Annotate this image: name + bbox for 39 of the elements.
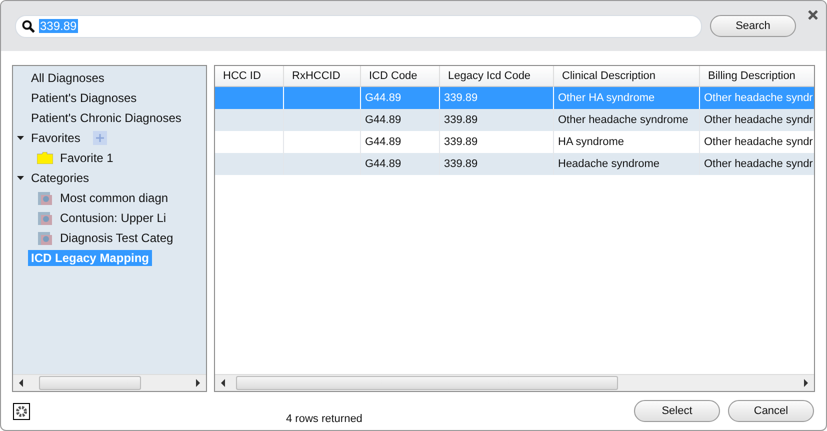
scroll-right-icon[interactable] [195, 379, 201, 387]
search-icon [22, 20, 35, 32]
scroll-left-icon[interactable] [18, 379, 24, 387]
folder-icon [37, 152, 53, 164]
status-text: 4 rows returned [286, 413, 362, 425]
tree-item[interactable]: All Diagnoses [28, 70, 108, 86]
close-icon[interactable] [808, 10, 818, 20]
search-button[interactable]: Search [710, 15, 796, 37]
tree-item[interactable]: Favorites [28, 130, 84, 146]
column-header[interactable]: ICD Code [361, 66, 440, 87]
table-cell: G44.89 [361, 153, 440, 175]
tree-item[interactable]: Patient's Diagnoses [28, 90, 140, 106]
scroll-left-icon[interactable] [220, 379, 226, 387]
table-row[interactable]: G44.89 339.89 Headache syndrome Other headache syndr [215, 153, 814, 175]
settings-icon[interactable] [13, 402, 30, 420]
category-icon [37, 190, 53, 206]
category-icon [37, 230, 53, 246]
expand-arrow-icon[interactable] [17, 176, 24, 180]
tree-item[interactable]: Most common diagn [57, 190, 172, 206]
tree-item[interactable]: Contusion: Upper Li [57, 210, 170, 226]
cancel-button[interactable]: Cancel [728, 400, 814, 422]
table-cell: Other headache syndr [700, 153, 814, 175]
horizontal-scrollbar[interactable] [13, 374, 206, 391]
column-header[interactable]: RxHCCID [284, 66, 361, 87]
category-icon [37, 210, 53, 226]
column-header[interactable]: HCC ID [215, 66, 284, 87]
scroll-right-icon[interactable] [803, 379, 809, 387]
column-header[interactable]: Legacy Icd Code [440, 66, 554, 87]
expand-arrow-icon[interactable] [17, 136, 24, 140]
horizontal-scrollbar[interactable] [215, 374, 814, 391]
tree-item[interactable]: Favorite 1 [57, 150, 116, 166]
table-cell: Headache syndrome [554, 153, 700, 175]
table-row[interactable]: G44.89 339.89 Other headache syndrome Other headache syndr [215, 109, 814, 131]
tree-item[interactable]: Patient's Chronic Diagnoses [28, 110, 184, 126]
column-header[interactable]: Clinical Description [554, 66, 700, 87]
select-button[interactable]: Select [634, 400, 720, 422]
tree-item[interactable]: Categories [28, 170, 92, 186]
table-cell: 339.89 [440, 153, 554, 175]
tree-item[interactable]: Diagnosis Test Categ [57, 230, 176, 246]
